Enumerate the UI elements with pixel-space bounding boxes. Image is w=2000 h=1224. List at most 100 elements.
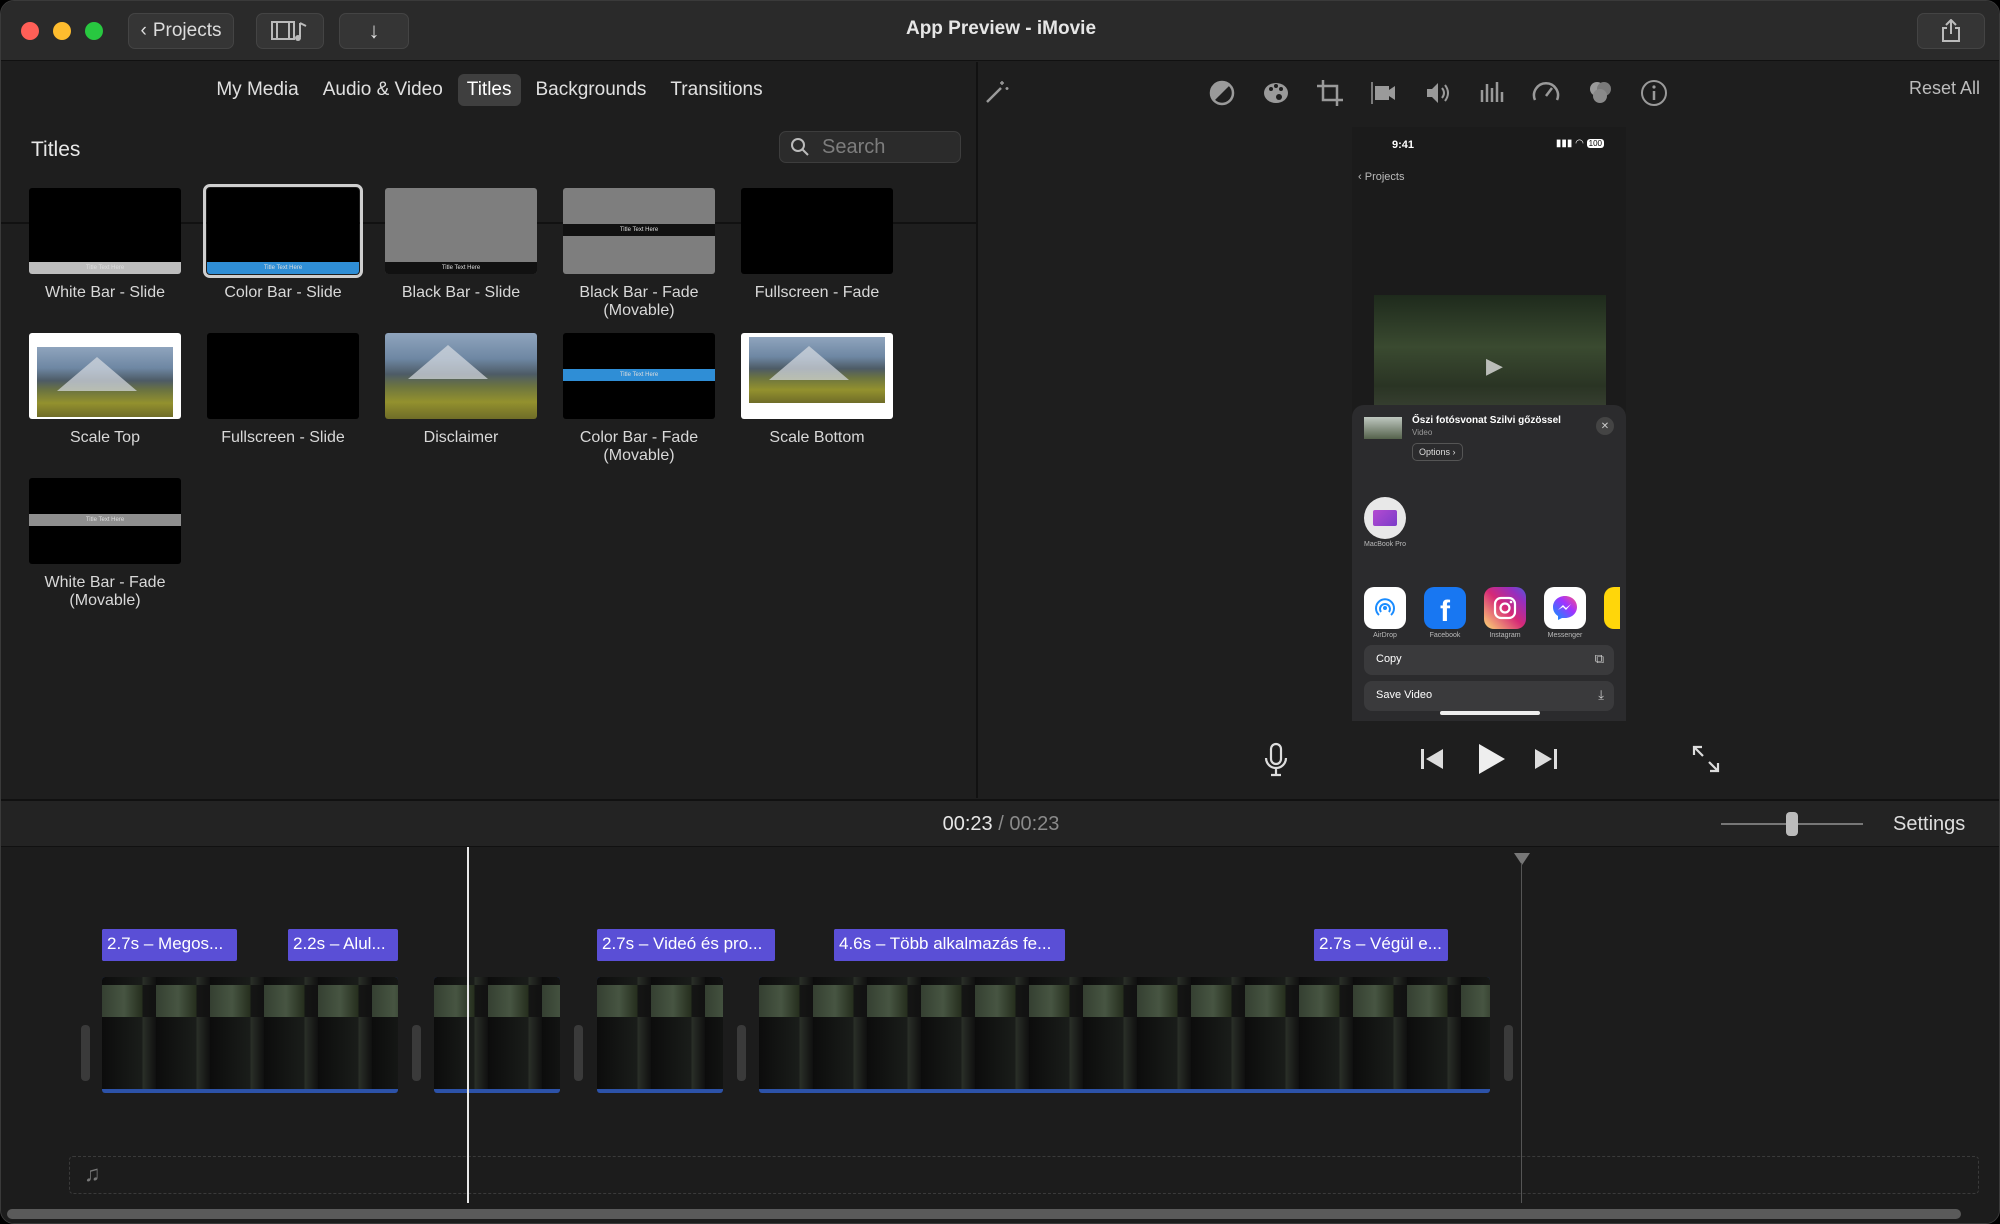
thumbnail-caption: Title Text Here (85, 517, 125, 523)
tab-transitions[interactable]: Transitions (661, 74, 771, 106)
fullscreen-icon[interactable] (1691, 744, 1721, 781)
playhead[interactable] (467, 847, 469, 1203)
title-clip[interactable]: 2.7s – Megos... (102, 929, 237, 961)
device-label: MacBook Pro (1363, 541, 1407, 548)
horizontal-scrollbar[interactable] (7, 1209, 1961, 1219)
tab-titles[interactable]: Titles (457, 74, 521, 106)
settings-button[interactable]: Settings (1893, 813, 1965, 836)
thumbnail-caption: Title Text Here (263, 265, 303, 271)
video-clip[interactable] (597, 977, 723, 1093)
title-clip[interactable]: 4.6s – Több alkalmazás fe... (834, 929, 1065, 961)
microphone-icon[interactable] (1263, 742, 1289, 785)
app-label: Messenger (1547, 632, 1583, 639)
title-thumbnail (29, 333, 181, 419)
title-thumbnail: Title Text Here (385, 188, 537, 274)
thumbnail-caption: Title Text Here (619, 372, 659, 378)
title-clip[interactable]: 2.7s – Végül e... (1314, 929, 1448, 961)
share-thumbnail (1364, 417, 1402, 439)
title-bar: ‹ Projects ↓ App Preview - iMovie (1, 1, 1999, 61)
title-tile-black-bar-slide[interactable]: Title Text Here Black Bar - Slide (385, 188, 537, 302)
end-line (1521, 863, 1522, 1203)
title-tile-scale-bottom[interactable]: Scale Bottom (741, 333, 893, 447)
skip-back-icon[interactable] (1419, 746, 1445, 779)
timeline-header: 00:23 / 00:23 Settings (1, 799, 1999, 847)
magic-wand-icon[interactable] (979, 76, 1013, 110)
color-balance-icon[interactable] (1205, 76, 1239, 110)
title-tile-label: Scale Top (70, 429, 140, 446)
title-thumbnail (385, 333, 537, 419)
messenger-app: Messenger (1544, 587, 1586, 639)
title-tile-black-bar-fade[interactable]: Title Text Here Black Bar - Fade (Movabl… (563, 188, 715, 320)
play-icon: ▶ (1486, 353, 1503, 378)
messenger-icon (1544, 587, 1586, 629)
title-thumbnail: Title Text Here (203, 184, 363, 278)
stabilization-icon[interactable] (1367, 76, 1401, 110)
title-tile-label: White Bar - Slide (44, 284, 166, 301)
time-separator: / (998, 813, 1004, 835)
clip-gap-handle[interactable] (81, 1025, 90, 1081)
search-input[interactable]: Search (779, 131, 961, 163)
copy-icon: ⧉ (1594, 651, 1604, 666)
timecode: 00:23 / 00:23 (1, 813, 1999, 836)
copy-row: Copy ⧉ (1364, 645, 1614, 675)
thumbnail-caption: Title Text Here (441, 265, 481, 271)
share-button[interactable] (1917, 13, 1985, 49)
phone-back-label: Projects (1364, 171, 1405, 183)
title-tile-fullscreen-slide[interactable]: Fullscreen - Slide (207, 333, 359, 447)
title-tile-color-bar-slide[interactable]: Title Text Here Color Bar - Slide (203, 184, 363, 302)
thumbnail-caption: Title Text Here (85, 265, 125, 271)
volume-icon[interactable] (1421, 76, 1455, 110)
clip-gap-handle[interactable] (737, 1025, 746, 1081)
browser-tabs: My Media Audio & Video Titles Background… (1, 74, 978, 106)
title-tile-fullscreen-fade[interactable]: Fullscreen - Fade (741, 188, 893, 302)
share-subtitle: Video (1412, 428, 1433, 437)
share-options-label: Options (1419, 447, 1451, 457)
phone-back-link: ‹ Projects (1358, 171, 1405, 183)
tab-my-media[interactable]: My Media (207, 74, 307, 106)
title-tile-white-bar-slide[interactable]: Title Text Here White Bar - Slide (29, 188, 181, 302)
music-track[interactable]: ♫ (69, 1156, 1979, 1194)
title-thumbnail: Title Text Here (29, 478, 181, 564)
window-title: App Preview - iMovie (905, 18, 1097, 39)
share-options-button: Options › (1412, 443, 1463, 461)
title-tile-scale-top[interactable]: Scale Top (29, 333, 181, 447)
timeline: 2.7s – Megos... 2.2s – Alul... 2.7s – Vi… (1, 847, 1999, 1223)
end-marker (1514, 853, 1530, 865)
video-clip[interactable] (434, 977, 560, 1093)
palette-icon[interactable] (1259, 76, 1293, 110)
home-indicator (1440, 711, 1540, 715)
play-button[interactable] (1475, 742, 1507, 783)
tab-audio-video[interactable]: Audio & Video (314, 74, 452, 106)
title-clip[interactable]: 2.7s – Videó és pro... (597, 929, 775, 961)
filter-icon[interactable] (1583, 76, 1617, 110)
info-icon[interactable] (1637, 76, 1671, 110)
thumbnail-caption: Title Text Here (619, 227, 659, 233)
equalizer-icon[interactable] (1475, 76, 1509, 110)
viewer: Reset All 9:41 ▮▮▮ ◠ 100 ‹ Projects ▶ Ős… (979, 62, 1999, 798)
title-clip[interactable]: 2.2s – Alul... (288, 929, 398, 961)
clip-gap-handle[interactable] (412, 1025, 421, 1081)
crop-icon[interactable] (1313, 76, 1347, 110)
title-tile-color-bar-fade[interactable]: Title Text Here Color Bar - Fade (Movabl… (563, 333, 715, 465)
title-tile-white-bar-fade[interactable]: Title Text Here White Bar - Fade (Movabl… (29, 478, 181, 610)
skip-forward-icon[interactable] (1533, 746, 1559, 779)
title-tile-disclaimer[interactable]: Disclaimer (385, 333, 537, 447)
airdrop-icon (1364, 587, 1406, 629)
reset-all-button[interactable]: Reset All (1909, 78, 1980, 99)
clip-gap-handle[interactable] (1504, 1025, 1513, 1081)
title-tile-label: White Bar - Fade (Movable) (44, 574, 166, 609)
share-title: Őszi fotósvonat Szilvi gőzössel (1412, 415, 1561, 426)
title-tile-label: Fullscreen - Slide (221, 429, 345, 446)
video-clip[interactable] (759, 977, 1490, 1093)
notes-app-partial (1604, 587, 1620, 629)
speed-icon[interactable] (1529, 76, 1563, 110)
instagram-icon (1484, 587, 1526, 629)
tab-backgrounds[interactable]: Backgrounds (527, 74, 656, 106)
title-thumbnail (741, 188, 893, 274)
app-label: Facebook (1429, 632, 1461, 639)
app-label: AirDrop (1373, 632, 1397, 639)
video-clip[interactable] (102, 977, 398, 1093)
title-thumbnail (207, 333, 359, 419)
zoom-slider-knob[interactable] (1786, 812, 1798, 836)
clip-gap-handle[interactable] (574, 1025, 583, 1081)
